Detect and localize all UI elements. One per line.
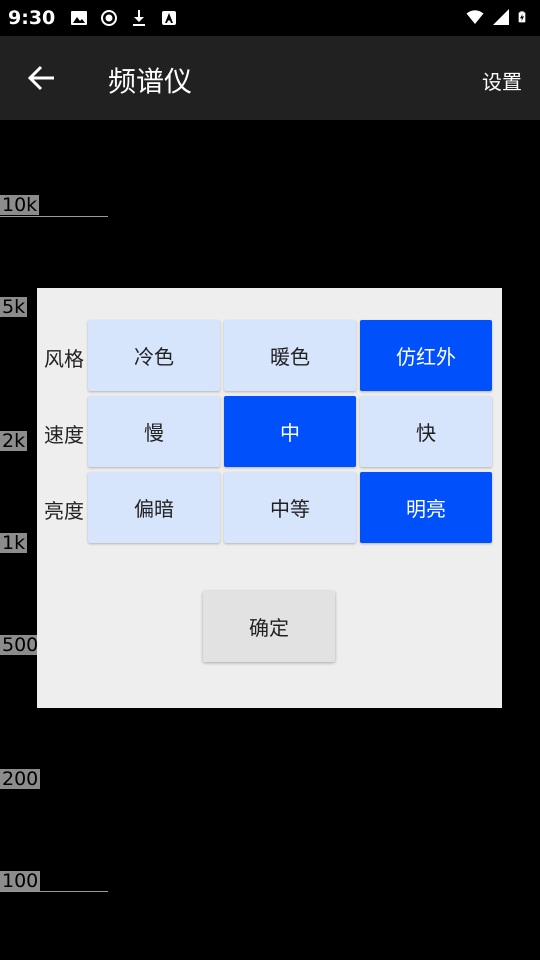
app-bar: 频谱仪 设置 [0, 36, 540, 120]
speed-option-fast[interactable]: 快 [360, 396, 492, 467]
scale-label-2k: 2k [0, 430, 28, 452]
scale-line [0, 891, 108, 892]
battery-charging-icon [518, 11, 526, 23]
scale-label-500: 500 [0, 634, 41, 656]
brightness-option-medium[interactable]: 中等 [224, 472, 356, 543]
page-title: 频谱仪 [108, 65, 193, 98]
speed-option-medium[interactable]: 中 [224, 396, 356, 467]
signal-icon [493, 9, 509, 25]
status-time: 9:30 [8, 7, 56, 29]
style-option-cool[interactable]: 冷色 [88, 320, 220, 391]
brightness-option-bright[interactable]: 明亮 [360, 472, 492, 543]
image-icon [71, 11, 87, 25]
speed-label: 速度 [44, 423, 84, 447]
ok-button[interactable]: 确定 [203, 591, 335, 662]
style-option-infrared[interactable]: 仿红外 [360, 320, 492, 391]
settings-dialog: 风格 冷色 暖色 仿红外 速度 慢 中 快 亮度 偏暗 中等 明亮 确定 [37, 288, 502, 708]
scale-line [0, 216, 108, 217]
record-icon [101, 10, 117, 26]
scale-label-200: 200 [0, 768, 41, 790]
wifi-icon [466, 10, 484, 24]
scale-label-100: 100 [0, 870, 41, 892]
style-label: 风格 [44, 347, 84, 371]
font-icon [162, 11, 176, 25]
download-icon [133, 10, 145, 26]
back-arrow-icon[interactable] [22, 60, 62, 96]
brightness-option-dim[interactable]: 偏暗 [88, 472, 220, 543]
status-bar: 9:30 [0, 0, 540, 36]
scale-label-5k: 5k [0, 296, 28, 318]
settings-button[interactable]: 设置 [482, 66, 522, 95]
style-option-warm[interactable]: 暖色 [224, 320, 356, 391]
brightness-label: 亮度 [44, 499, 84, 523]
scale-label-1k: 1k [0, 532, 28, 554]
speed-option-slow[interactable]: 慢 [88, 396, 220, 467]
screen: 9:30 频谱仪 设置 10k 5k 2k 1k 500 200 100 风格 … [0, 0, 540, 960]
scale-label-10k: 10k [0, 194, 40, 216]
